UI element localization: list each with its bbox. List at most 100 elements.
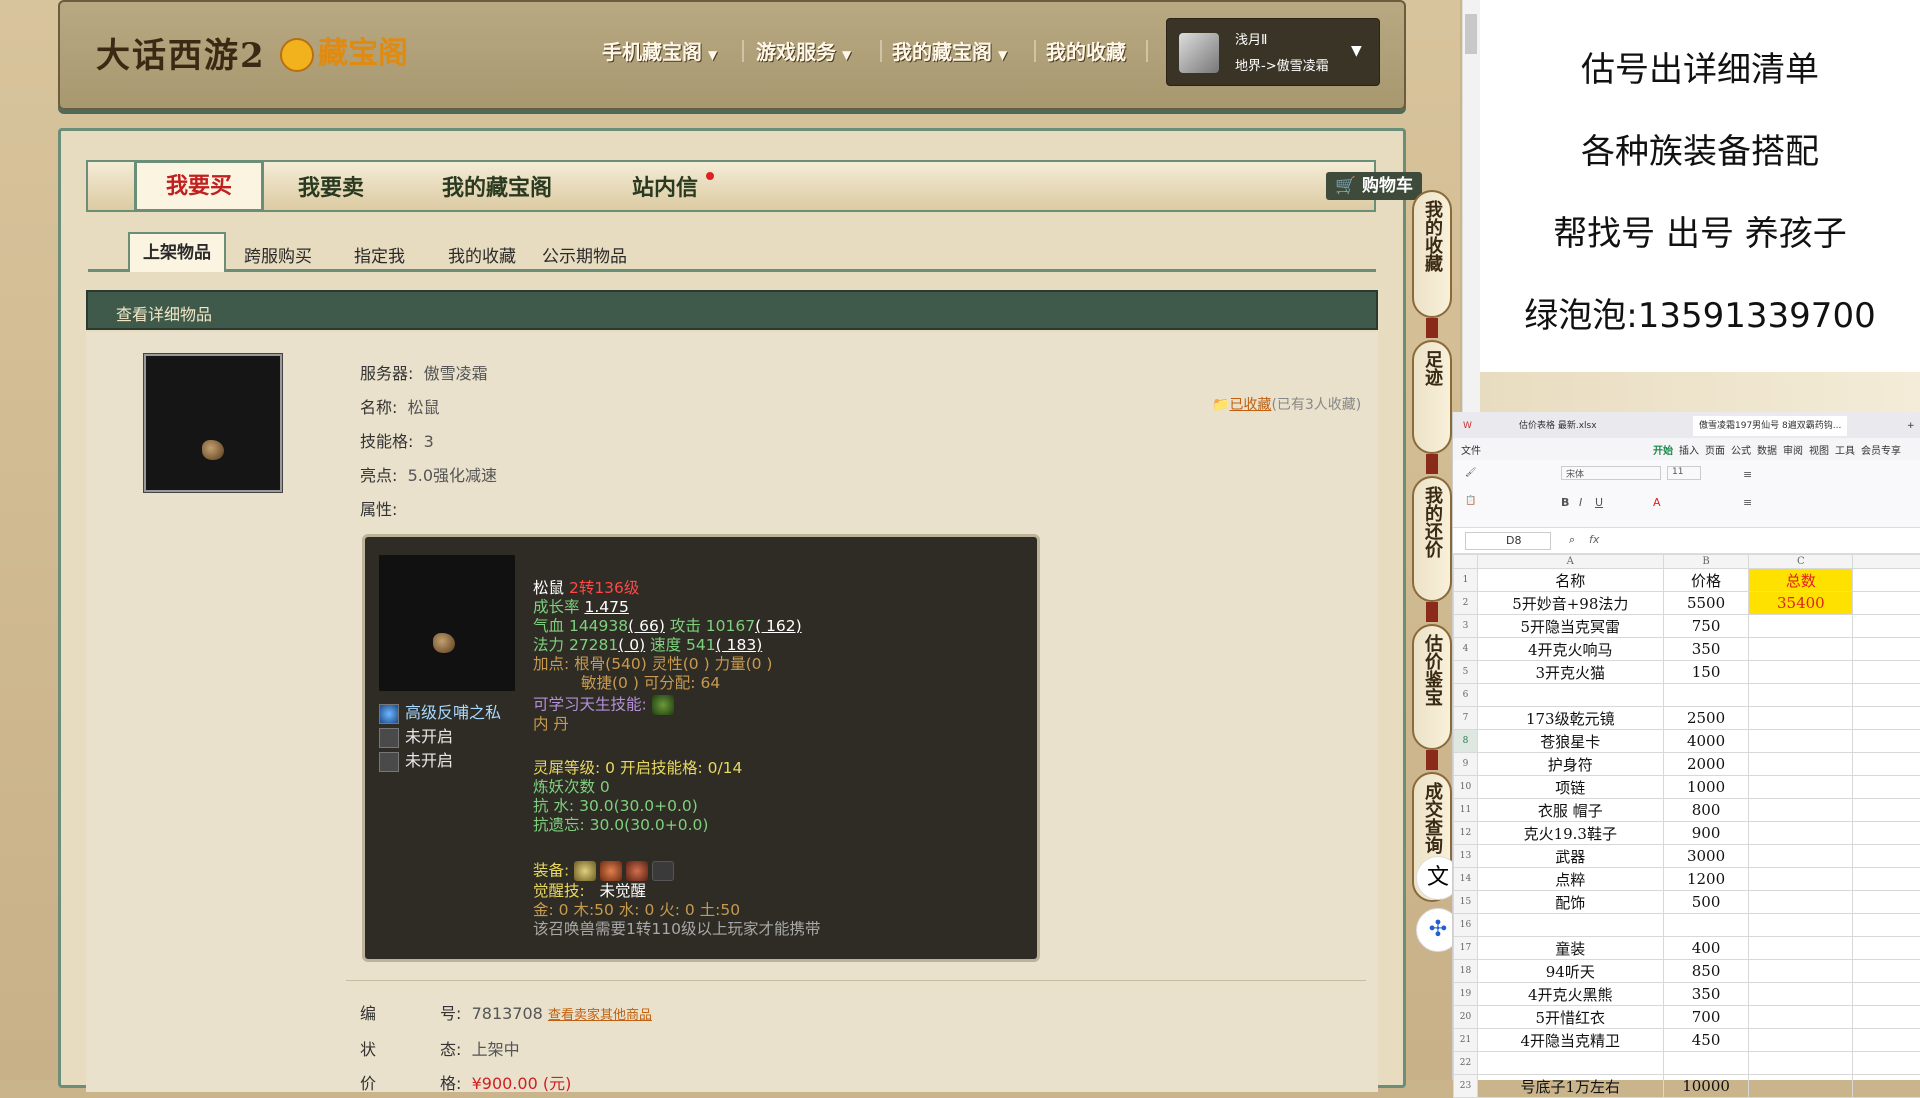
cell-empty[interactable] (1853, 960, 1920, 983)
cell-price[interactable]: 4000 (1663, 730, 1749, 753)
cell-name[interactable]: 4开隐当克精卫 (1477, 1029, 1663, 1052)
wps-logo-icon[interactable]: W (1457, 416, 1478, 436)
cell-price[interactable]: 3000 (1663, 845, 1749, 868)
site-logo[interactable]: 藏宝阁 (280, 28, 408, 72)
row-number[interactable]: 21 (1454, 1029, 1478, 1052)
equipment-icon[interactable] (574, 861, 596, 881)
cell-empty[interactable] (1853, 845, 1920, 868)
cell-total[interactable] (1749, 960, 1853, 983)
align-center-icon[interactable]: ≡ (1743, 496, 1752, 509)
cell-name[interactable]: 项链 (1477, 776, 1663, 799)
cell-empty[interactable] (1853, 1029, 1920, 1052)
cell-name[interactable]: 5开妙音+98法力 (1477, 592, 1663, 615)
cell-total[interactable] (1749, 684, 1853, 707)
nav-my-treasure[interactable]: 我的藏宝阁▼ (892, 36, 1007, 65)
cell-price[interactable]: 900 (1663, 822, 1749, 845)
cell-price[interactable]: 450 (1663, 1029, 1749, 1052)
cell-empty[interactable] (1853, 868, 1920, 891)
cell-name[interactable]: 5开隐当克冥雷 (1477, 615, 1663, 638)
cell-name[interactable]: 童装 (1477, 937, 1663, 960)
bold-icon[interactable]: B (1561, 496, 1569, 509)
sidenav-my-counteroffer[interactable]: 我的还价 (1412, 476, 1452, 602)
cell-total[interactable] (1749, 615, 1853, 638)
equipment-icon[interactable] (626, 861, 648, 881)
cell-name[interactable]: 点粹 (1477, 868, 1663, 891)
cell-price[interactable]: 5500 (1663, 592, 1749, 615)
row-number[interactable]: 11 (1454, 799, 1478, 822)
cell-price[interactable] (1663, 1052, 1749, 1075)
cell-name[interactable]: 克火19.3鞋子 (1477, 822, 1663, 845)
cell-name[interactable]: 4开克火响马 (1477, 638, 1663, 661)
font-color-icon[interactable]: A (1653, 496, 1661, 509)
cell-price[interactable]: 400 (1663, 937, 1749, 960)
row-number[interactable]: 14 (1454, 868, 1478, 891)
cart-button[interactable]: 🛒 购物车 (1326, 172, 1422, 200)
zoom-icon[interactable]: ⌕ (1569, 533, 1575, 547)
subtab-cross-server[interactable]: 跨服购买 (244, 242, 312, 267)
tab-my-treasure[interactable]: 我的藏宝阁 (442, 170, 552, 202)
cell-total[interactable] (1749, 914, 1853, 937)
cell-empty[interactable] (1853, 891, 1920, 914)
doc-tab-2[interactable]: 傲雪凌霜197男仙号 8遍双霸药钩... (1693, 416, 1847, 436)
cell-price[interactable]: 价格 (1663, 569, 1749, 592)
cell-name[interactable] (1477, 1052, 1663, 1075)
row-number[interactable]: 4 (1454, 638, 1478, 661)
spreadsheet-grid[interactable]: A B C 1名称价格总数25开妙音+98法力55003540035开隐当克冥雷… (1453, 554, 1920, 1080)
cell-empty[interactable] (1853, 753, 1920, 776)
cell-total[interactable] (1749, 776, 1853, 799)
cell-total[interactable] (1749, 822, 1853, 845)
menu-home[interactable]: 开始 (1653, 442, 1673, 457)
row-number[interactable]: 18 (1454, 960, 1478, 983)
menu-data[interactable]: 数据 (1757, 442, 1777, 457)
sidenav-appraisal[interactable]: 估价鉴宝 (1412, 624, 1452, 750)
cell-name[interactable]: 苍狼星卡 (1477, 730, 1663, 753)
cell-empty[interactable] (1853, 822, 1920, 845)
cell-name[interactable]: 名称 (1477, 569, 1663, 592)
row-number[interactable]: 1 (1454, 569, 1478, 592)
cell-total[interactable] (1749, 937, 1853, 960)
cell-name[interactable]: 4开克火黑熊 (1477, 983, 1663, 1006)
doc-tab-1[interactable]: 估价表格 最新.xlsx (1513, 416, 1603, 436)
innate-skill-icon[interactable] (652, 695, 674, 715)
subtab-assigned-to-me[interactable]: 指定我 (354, 242, 405, 267)
cell-empty[interactable] (1853, 707, 1920, 730)
row-number[interactable]: 13 (1454, 845, 1478, 868)
row-number[interactable]: 6 (1454, 684, 1478, 707)
cell-total[interactable] (1749, 1075, 1853, 1098)
favorited-link[interactable]: 已收藏 (1229, 397, 1271, 413)
cell-empty[interactable] (1853, 1075, 1920, 1098)
cell-price[interactable]: 700 (1663, 1006, 1749, 1029)
cell-price[interactable]: 10000 (1663, 1075, 1749, 1098)
cell-empty[interactable] (1853, 684, 1920, 707)
cell-total[interactable] (1749, 707, 1853, 730)
menu-member[interactable]: 会员专享 (1861, 442, 1901, 457)
cell-empty[interactable] (1853, 799, 1920, 822)
cell-total[interactable] (1749, 983, 1853, 1006)
cell-total[interactable] (1749, 661, 1853, 684)
cell-total[interactable] (1749, 868, 1853, 891)
cell-price[interactable]: 1200 (1663, 868, 1749, 891)
tab-buy[interactable]: 我要买 (134, 160, 264, 212)
cell-name[interactable]: 衣服 帽子 (1477, 799, 1663, 822)
row-number[interactable]: 16 (1454, 914, 1478, 937)
menu-insert[interactable]: 插入 (1679, 442, 1699, 457)
cell-total[interactable] (1749, 730, 1853, 753)
cell-empty[interactable] (1853, 661, 1920, 684)
menu-review[interactable]: 审阅 (1783, 442, 1803, 457)
cell-name[interactable]: 3开克火猫 (1477, 661, 1663, 684)
corner-cell[interactable] (1454, 555, 1478, 569)
cell-empty[interactable] (1853, 776, 1920, 799)
underline-icon[interactable]: U (1595, 496, 1603, 509)
align-icon[interactable]: ≡ (1743, 468, 1752, 481)
row-number[interactable]: 10 (1454, 776, 1478, 799)
cell-total[interactable] (1749, 799, 1853, 822)
menu-formula[interactable]: 公式 (1731, 442, 1751, 457)
function-icon[interactable]: fx (1589, 533, 1599, 546)
cell-empty[interactable] (1853, 914, 1920, 937)
nav-my-favorites[interactable]: 我的收藏 (1046, 36, 1126, 65)
subtab-listed-items[interactable]: 上架物品 (128, 232, 226, 272)
column-header[interactable] (1853, 555, 1920, 569)
cell-empty[interactable] (1853, 937, 1920, 960)
row-number[interactable]: 23 (1454, 1075, 1478, 1098)
menu-view[interactable]: 视图 (1809, 442, 1829, 457)
